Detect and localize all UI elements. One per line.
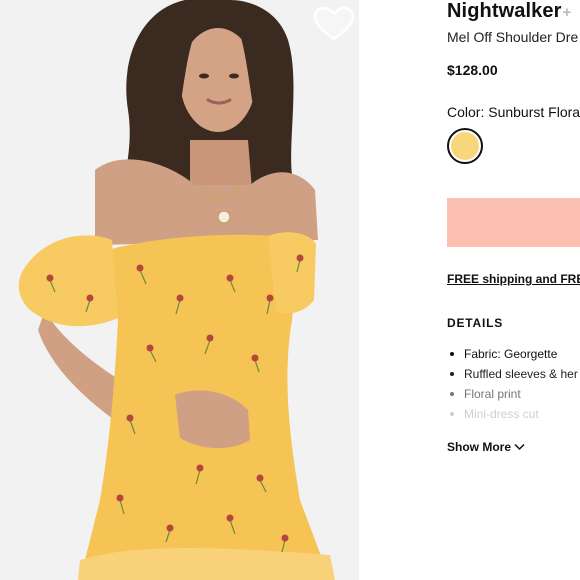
product-title: Mel Off Shoulder Dre	[447, 29, 579, 45]
show-more-button[interactable]: Show More	[447, 440, 525, 454]
show-more-label: Show More	[447, 440, 512, 454]
details-list: Fabric: Georgette Ruffled sleeves & her …	[447, 346, 578, 426]
swatch-fill	[451, 132, 479, 160]
add-to-bag-button[interactable]	[447, 198, 580, 247]
details-item: Fabric: Georgette	[447, 346, 578, 366]
shipping-returns-link[interactable]: FREE shipping and FRE	[447, 272, 580, 286]
product-price: $128.00	[447, 62, 498, 78]
brand-link[interactable]: Nightwalker	[447, 0, 561, 23]
details-item: Floral print	[447, 386, 578, 406]
product-info-panel: Nightwalker + Mel Off Shoulder Dre $128.…	[359, 0, 580, 580]
chevron-down-icon	[514, 443, 525, 451]
product-photo[interactable]	[0, 0, 359, 580]
details-heading: DETAILS	[447, 316, 504, 330]
brand-follow-button[interactable]: +	[562, 4, 571, 21]
model-illustration	[0, 0, 359, 580]
details-item: Ruffled sleeves & her	[447, 366, 578, 386]
favorite-button[interactable]	[313, 6, 355, 42]
brand-row: Nightwalker +	[447, 0, 571, 23]
details-item: Mini-dress cut	[447, 406, 578, 426]
color-swatch-sunburst-floral[interactable]	[447, 128, 483, 164]
heart-icon	[313, 6, 355, 41]
color-label: Color: Sunburst Flora	[447, 104, 580, 120]
